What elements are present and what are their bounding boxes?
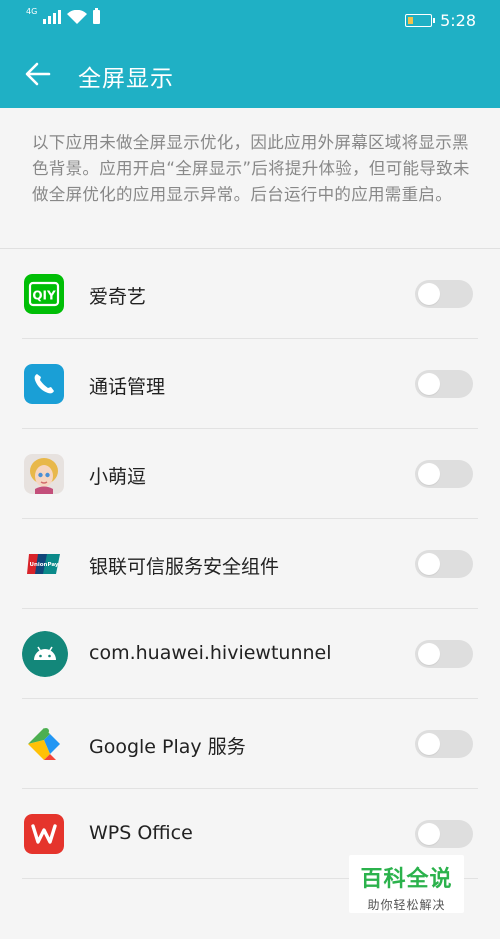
- arrow-left-icon: [25, 62, 51, 86]
- status-right: 5:28: [405, 11, 476, 30]
- status-left: 4G: [26, 7, 101, 24]
- wps-icon: [24, 814, 64, 854]
- status-bar: 4G 5:28: [0, 0, 500, 40]
- app-bar: 全屏显示: [0, 40, 500, 108]
- watermark-title: 百科全说: [360, 867, 453, 892]
- list-item-iqiyi[interactable]: QIY 爱奇艺: [0, 249, 500, 339]
- app-name: 通话管理: [89, 376, 166, 398]
- wifi-icon: [67, 10, 88, 24]
- puzzle-icon: [24, 724, 64, 764]
- app-list: QIY 爱奇艺 通话管理 小萌逗 UnionPay 银联可信服务安全组件 com…: [0, 249, 500, 879]
- battery-icon: [405, 14, 436, 27]
- list-item-google-play-services[interactable]: Google Play 服务: [0, 699, 500, 789]
- list-item-hiviewtunnel[interactable]: com.huawei.hiviewtunnel: [0, 609, 500, 699]
- iqiyi-icon: QIY: [24, 274, 64, 314]
- phone-icon: [24, 364, 64, 404]
- back-button[interactable]: [18, 54, 58, 94]
- unionpay-icon: UnionPay: [24, 544, 64, 584]
- fullscreen-toggle[interactable]: [415, 460, 473, 488]
- list-item-phone[interactable]: 通话管理: [0, 339, 500, 429]
- app-name: 爱奇艺: [89, 286, 147, 308]
- watermark-logo: 百科全说 助你轻松解决: [349, 855, 464, 913]
- fullscreen-toggle[interactable]: [415, 370, 473, 398]
- list-item-unionpay[interactable]: UnionPay 银联可信服务安全组件: [0, 519, 500, 609]
- app-name: 银联可信服务安全组件: [89, 556, 280, 578]
- app-name: com.huawei.hiviewtunnel: [89, 642, 332, 664]
- fullscreen-toggle[interactable]: [415, 820, 473, 848]
- list-item-xiaomengdou[interactable]: 小萌逗: [0, 429, 500, 519]
- app-name: Google Play 服务: [89, 736, 246, 758]
- avatar-icon: [24, 454, 64, 494]
- android-icon: [22, 631, 68, 677]
- battery-small-icon: [93, 8, 101, 24]
- description-text: 以下应用未做全屏显示优化，因此应用外屏幕区域将显示黑色背景。应用开启“全屏显示”…: [32, 133, 470, 204]
- fullscreen-toggle[interactable]: [415, 550, 473, 578]
- signal-icon: [43, 10, 62, 24]
- fullscreen-toggle[interactable]: [415, 280, 473, 308]
- app-name: WPS Office: [89, 822, 193, 844]
- svg-text:UnionPay: UnionPay: [30, 562, 59, 568]
- fullscreen-toggle[interactable]: [415, 640, 473, 668]
- app-name: 小萌逗: [89, 466, 147, 488]
- watermark-subtitle: 助你轻松解决: [367, 898, 446, 912]
- status-time: 5:28: [440, 11, 476, 30]
- network-type-label: 4G: [26, 7, 38, 16]
- page-title: 全屏显示: [78, 66, 174, 92]
- svg-text:QIY: QIY: [32, 289, 56, 303]
- fullscreen-toggle[interactable]: [415, 730, 473, 758]
